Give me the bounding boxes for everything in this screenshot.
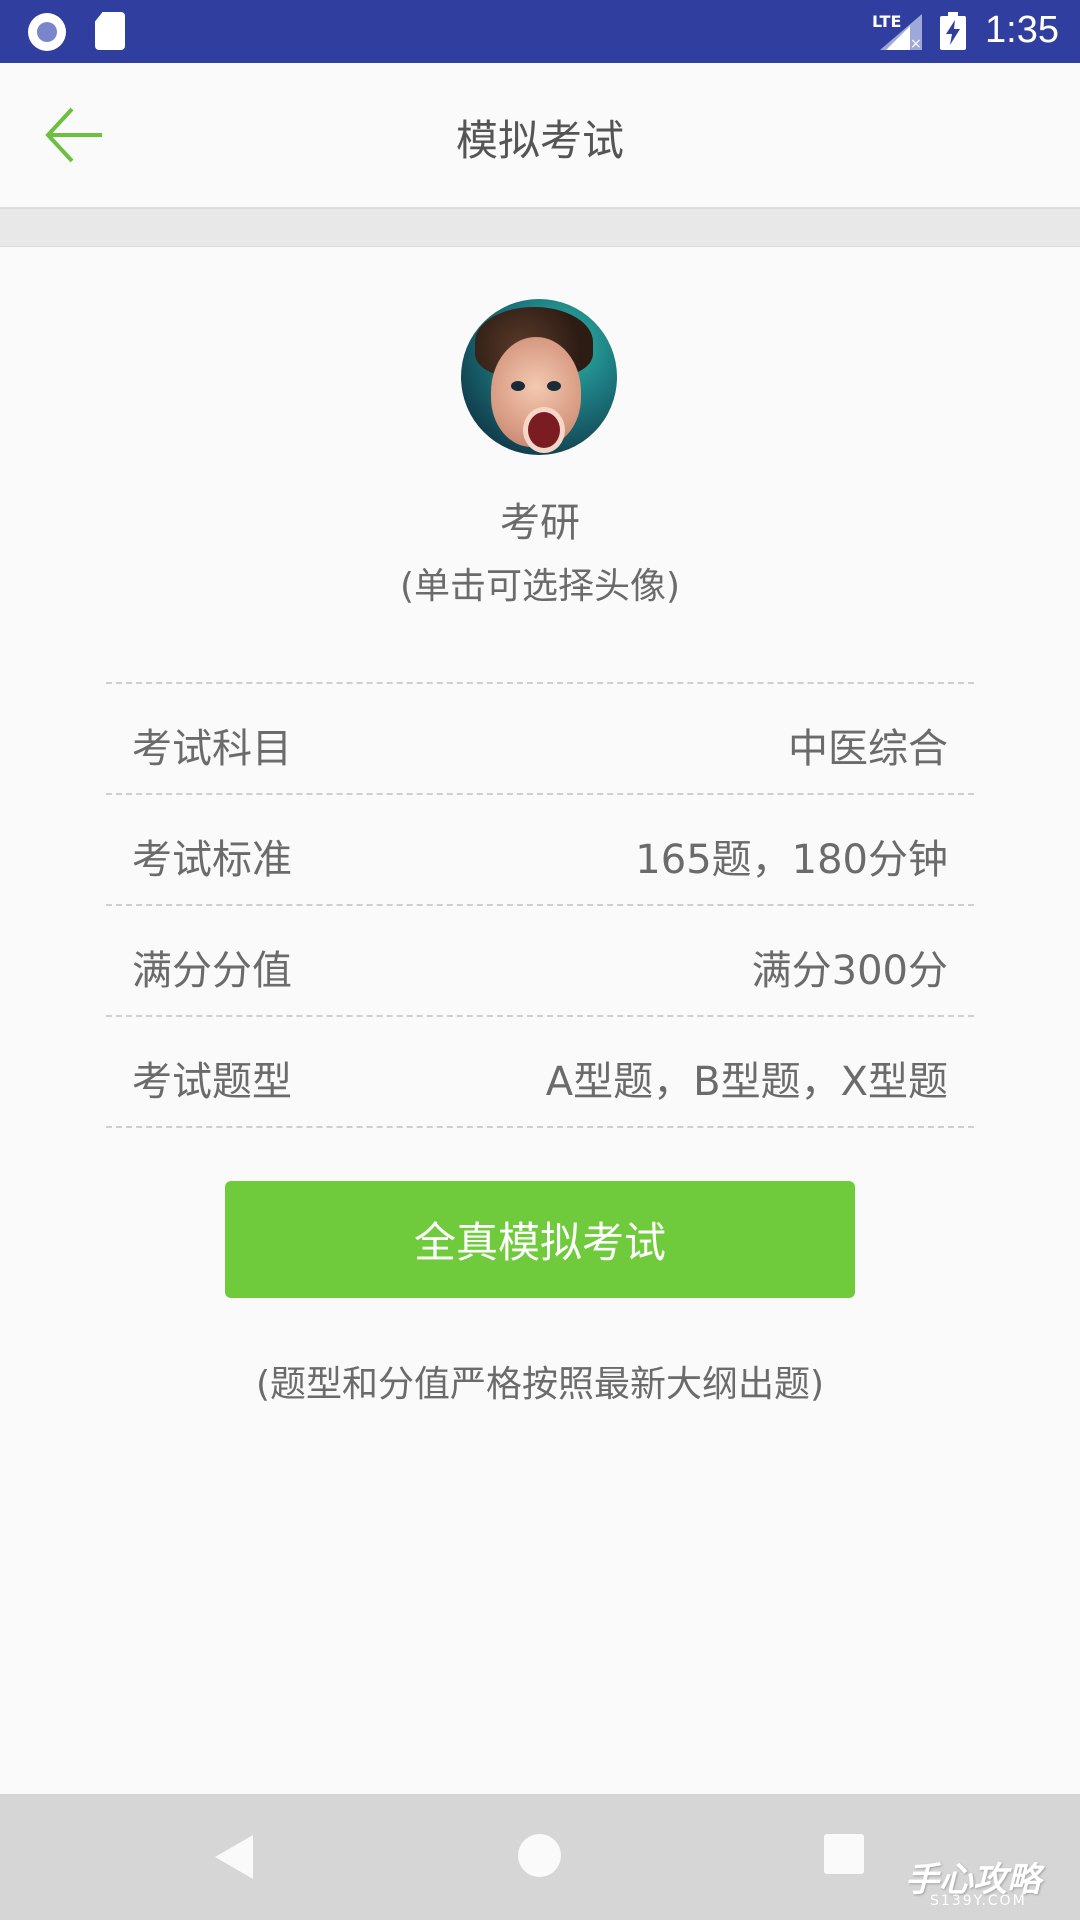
nav-home-icon[interactable] xyxy=(518,1834,561,1877)
info-label: 考试题型 xyxy=(132,1059,292,1105)
status-bar: LTE × 1:35 xyxy=(0,0,1080,63)
info-value: 165题，180分钟 xyxy=(635,837,948,883)
watermark-url: S139Y.COM xyxy=(930,1893,1027,1909)
info-value: 中医综合 xyxy=(788,726,948,772)
notification-circle-icon xyxy=(28,13,66,51)
nav-recents-icon[interactable] xyxy=(824,1834,864,1874)
info-row-full-score: 满分分值 满分300分 xyxy=(106,906,974,1017)
info-label: 考试标准 xyxy=(132,837,292,883)
footer-note: (题型和分值严格按照最新大纲出题) xyxy=(255,1364,825,1405)
divider-band xyxy=(0,209,1080,247)
page-title: 模拟考试 xyxy=(455,116,624,165)
info-label: 考试科目 xyxy=(132,726,292,772)
app-bar: 模拟考试 xyxy=(0,63,1080,209)
nav-back-icon[interactable] xyxy=(215,1835,253,1879)
avatar-hint: (单击可选择头像) xyxy=(399,566,681,607)
info-label: 满分分值 xyxy=(132,948,292,994)
info-row-question-types: 考试题型 A型题，B型题，X型题 xyxy=(106,1017,974,1128)
sd-card-icon xyxy=(95,12,125,50)
signal-icon: × xyxy=(880,14,922,50)
user-name: 考研 xyxy=(500,500,580,546)
clock: 1:35 xyxy=(985,9,1059,51)
avatar[interactable] xyxy=(461,299,617,455)
info-value: A型题，B型题，X型题 xyxy=(545,1059,948,1105)
info-row-standard: 考试标准 165题，180分钟 xyxy=(106,795,974,906)
battery-charging-icon xyxy=(940,12,966,50)
exam-info-table: 考试科目 中医综合 考试标准 165题，180分钟 满分分值 满分300分 考试… xyxy=(106,682,974,1128)
svg-text:×: × xyxy=(910,36,922,50)
info-row-subject: 考试科目 中医综合 xyxy=(106,684,974,795)
start-mock-exam-button[interactable]: 全真模拟考试 xyxy=(225,1181,855,1298)
info-value: 满分300分 xyxy=(751,948,948,994)
